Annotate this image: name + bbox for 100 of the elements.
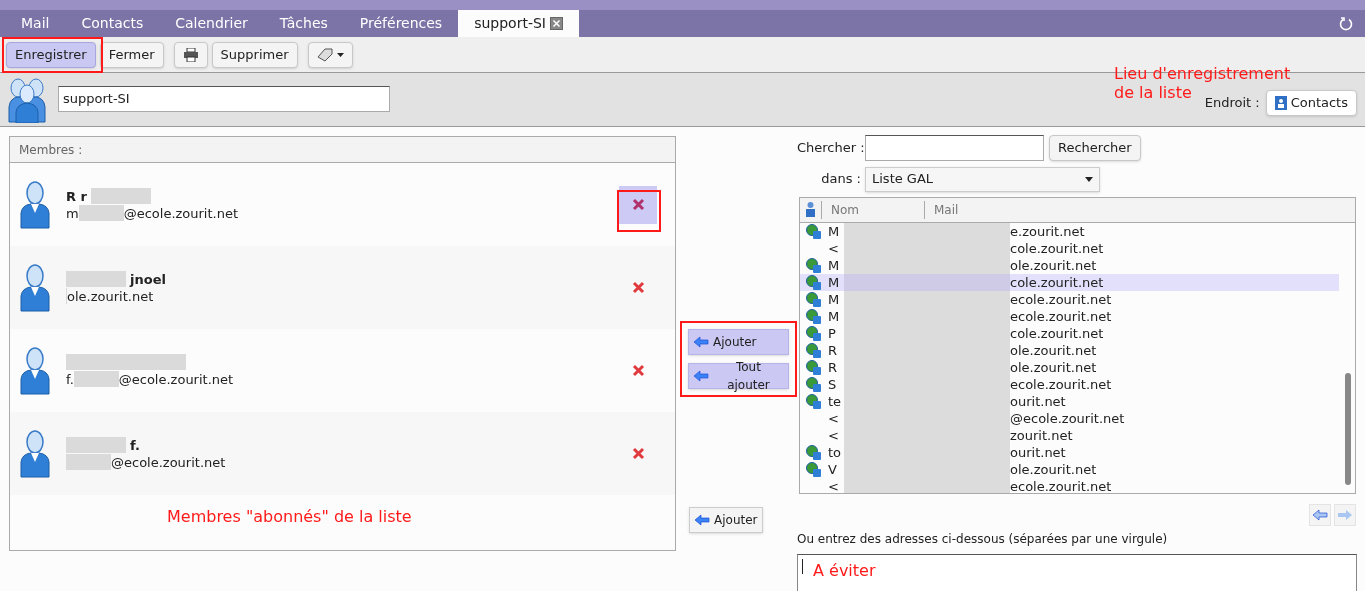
person-icon (20, 263, 50, 312)
result-row[interactable]: S ecole.zourit.net (800, 376, 1339, 393)
name-cell-text: M (828, 308, 841, 325)
column-header[interactable]: Nom (822, 201, 925, 219)
source-label: dans : (820, 170, 862, 189)
close-icon[interactable] (550, 17, 563, 30)
member-name: f. (130, 436, 140, 454)
mail-cell: ourit.net (1010, 444, 1066, 461)
result-row[interactable]: M ecole.zourit.net (800, 308, 1339, 325)
name-cell-text: < (828, 410, 840, 427)
mail-cell: ole.zourit.net (1010, 342, 1097, 359)
mail-cell: zourit.net (1010, 427, 1073, 444)
toolbar-button[interactable]: Enregistrer (6, 41, 96, 68)
name-cell-text: < (828, 240, 840, 257)
source-dropdown[interactable]: Liste GAL (865, 166, 1100, 192)
tag-menu-button[interactable] (307, 41, 353, 68)
name-cell-text: to (828, 444, 843, 461)
column-header[interactable]: Mail (925, 201, 959, 219)
result-row[interactable]: < @ecole.zourit.net (800, 410, 1339, 427)
previous-button[interactable] (1309, 504, 1331, 526)
mail-cell: ecole.zourit.net (1010, 291, 1112, 308)
name-cell-text: te (828, 393, 843, 410)
name-cell-text: V (828, 461, 838, 478)
name-cell-text: R (828, 342, 839, 359)
person-icon (806, 201, 815, 217)
refresh-icon[interactable] (1339, 17, 1353, 31)
tab[interactable]: Tâches (263, 10, 344, 37)
name-cell-text: P (828, 325, 837, 342)
close-icon (631, 447, 645, 460)
result-row[interactable]: < zourit.net (800, 427, 1339, 444)
location-button[interactable]: Contacts (1265, 89, 1357, 116)
location-label: Endroit : (1204, 93, 1260, 112)
member-name: R r (66, 187, 87, 205)
tab[interactable]: Mail (5, 10, 66, 37)
member-email: ole.zourit.net (67, 287, 154, 305)
arrow-left-icon (694, 514, 710, 526)
result-row[interactable]: M e.zourit.net (800, 223, 1339, 240)
tag-icon (316, 47, 333, 62)
arrow-left-icon (693, 336, 709, 348)
mail-cell: cole.zourit.net (1010, 240, 1104, 257)
close-icon (631, 364, 645, 377)
result-row[interactable]: M ecole.zourit.net (800, 291, 1339, 308)
addresses-field[interactable]: A éviter (797, 554, 1357, 591)
mail-cell: @ecole.zourit.net (1010, 410, 1125, 427)
addresses-label: Ou entrez des adresses ci-dessous (séparées par une virgule) (797, 531, 1169, 548)
address-book-icon (1274, 95, 1287, 110)
print-button[interactable] (173, 41, 208, 68)
tab[interactable]: Calendrier (159, 10, 264, 37)
arrow-right-icon (1337, 509, 1353, 521)
add-typed-button[interactable]: Ajouter (689, 507, 763, 533)
name-cell-text: < (828, 478, 840, 493)
result-row[interactable]: M cole.zourit.net (800, 274, 1339, 291)
arrow-left-icon (693, 370, 709, 382)
person-icon (20, 346, 50, 395)
mail-cell: ole.zourit.net (1010, 461, 1097, 478)
tab[interactable]: Contacts (65, 10, 160, 37)
toolbar-button[interactable]: Supprimer (211, 41, 298, 68)
tab[interactable]: support-SI (458, 10, 579, 37)
name-cell-text: S (828, 376, 838, 393)
member-email: @ecole.zourit.net (123, 204, 239, 222)
close-icon (631, 198, 645, 211)
mail-cell: cole.zourit.net (1010, 325, 1104, 342)
search-button[interactable]: Rechercher (1049, 135, 1141, 161)
result-row[interactable]: V ole.zourit.net (800, 461, 1339, 478)
tab[interactable]: Préférences (343, 10, 459, 37)
search-label: Chercher : (797, 139, 865, 158)
result-row[interactable]: M ole.zourit.net (800, 257, 1339, 274)
name-cell-text: M (828, 223, 841, 240)
result-row[interactable]: < cole.zourit.net (800, 240, 1339, 257)
person-icon (20, 180, 50, 229)
member-name: jnoel (130, 270, 166, 288)
add-button[interactable]: Ajouter (688, 329, 789, 355)
annotation-text: Membres "abonnés" de la liste (167, 507, 412, 526)
caret-icon (1085, 176, 1093, 182)
result-row[interactable]: < ecole.zourit.net (800, 478, 1339, 493)
list-name-field[interactable]: support-SI (58, 85, 390, 112)
result-row[interactable]: P cole.zourit.net (800, 325, 1339, 342)
mail-cell: ecole.zourit.net (1010, 376, 1112, 393)
name-cell-text: R (828, 359, 839, 376)
name-cell-text: M (828, 274, 841, 291)
name-cell-text: M (828, 257, 841, 274)
search-field[interactable] (865, 135, 1044, 161)
member-email: @ecole.zourit.net (118, 370, 234, 388)
remove-button[interactable] (619, 185, 657, 224)
result-row[interactable]: to ourit.net (800, 444, 1339, 461)
arrow-left-icon (1312, 509, 1328, 521)
caret-icon (336, 52, 344, 57)
result-row[interactable]: R ole.zourit.net (800, 342, 1339, 359)
toolbar-button[interactable]: Fermer (99, 41, 164, 68)
scrollbar[interactable] (1345, 373, 1351, 485)
members-title: Membres : (10, 137, 675, 163)
annotation-frame (617, 190, 661, 232)
mail-cell: e.zourit.net (1010, 223, 1085, 240)
result-row[interactable]: te ourit.net (800, 393, 1339, 410)
member-email: @ecole.zourit.net (111, 453, 226, 471)
mail-cell: cole.zourit.net (1010, 274, 1104, 291)
result-row[interactable]: R ole.zourit.net (800, 359, 1339, 376)
name-cell-text: M (828, 291, 841, 308)
name-cell-text: < (828, 427, 840, 444)
mail-cell: ourit.net (1010, 393, 1066, 410)
